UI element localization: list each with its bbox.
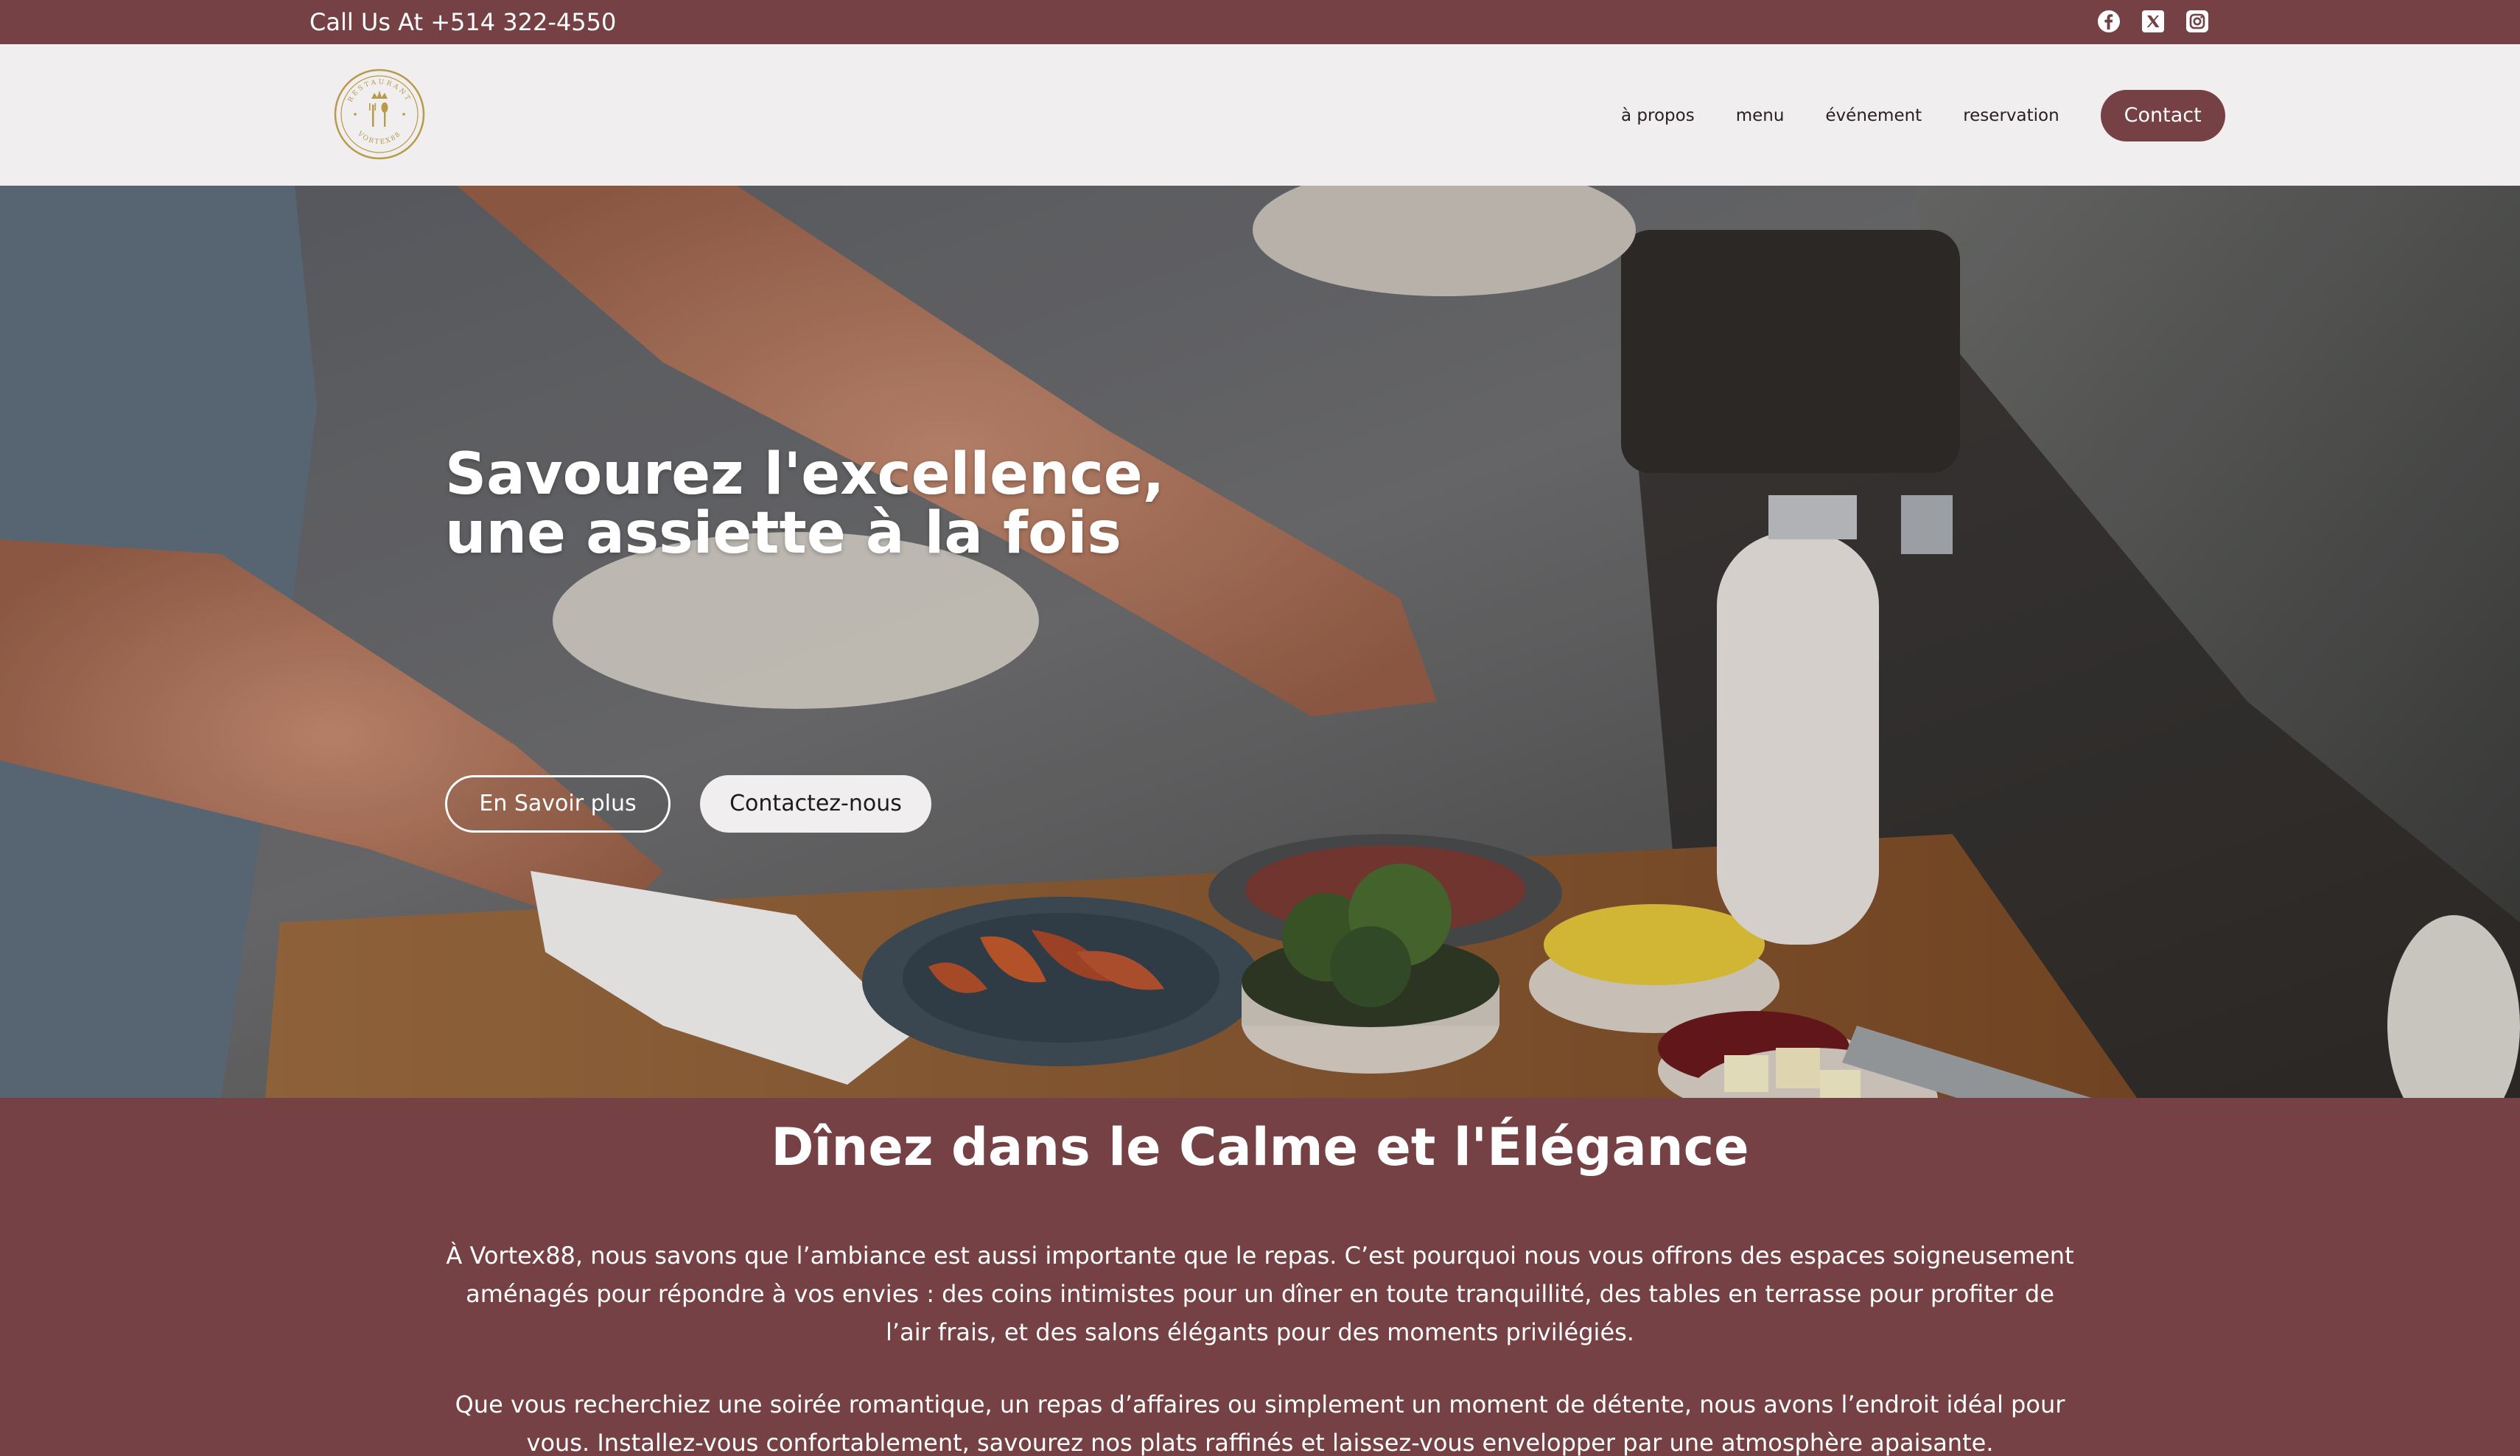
instagram-icon[interactable] xyxy=(2185,10,2209,33)
svg-text:VORTEX88: VORTEX88 xyxy=(355,130,402,146)
learn-more-button[interactable]: En Savoir plus xyxy=(445,775,671,833)
site-header: RESTAURANT VORTEX88 à propos menu événem… xyxy=(0,44,2520,186)
phone-number[interactable]: Call Us At +514 322-4550 xyxy=(309,6,616,38)
logo-name-text: VORTEX88 xyxy=(355,130,401,146)
section-paragraph-1: À Vortex88, nous savons que l’ambiance e… xyxy=(446,1242,2074,1346)
hero-title: Savourez l'excellence, une assiette à la… xyxy=(445,441,1165,567)
nav-item-reservation[interactable]: reservation xyxy=(1963,106,2059,125)
nav-item-menu[interactable]: menu xyxy=(1736,106,1785,125)
hero-background-image xyxy=(0,186,2520,1098)
restaurant-logo[interactable]: RESTAURANT VORTEX88 xyxy=(333,68,426,161)
section-title: Dînez dans le Calme et l'Élégance xyxy=(771,1117,1749,1177)
hero-banner: Savourez l'excellence, une assiette à la… xyxy=(0,186,2520,1098)
nav-item-a-propos[interactable]: à propos xyxy=(1621,106,1695,125)
nav-item-evenement[interactable]: événement xyxy=(1825,106,1922,125)
x-twitter-icon[interactable] xyxy=(2141,10,2165,33)
social-links xyxy=(2097,10,2209,33)
contact-button[interactable]: Contact xyxy=(2100,90,2225,141)
contact-us-button[interactable]: Contactez-nous xyxy=(700,775,931,833)
top-bar: Call Us At +514 322-4550 xyxy=(0,0,2520,44)
intro-section: Dînez dans le Calme et l'Élégance À Vort… xyxy=(0,1098,2520,1456)
main-nav: à propos menu événement reservation Cont… xyxy=(1621,90,2225,141)
facebook-icon[interactable] xyxy=(2097,10,2121,33)
section-paragraph-2: Que vous recherchiez une soirée romantiq… xyxy=(455,1390,2065,1456)
